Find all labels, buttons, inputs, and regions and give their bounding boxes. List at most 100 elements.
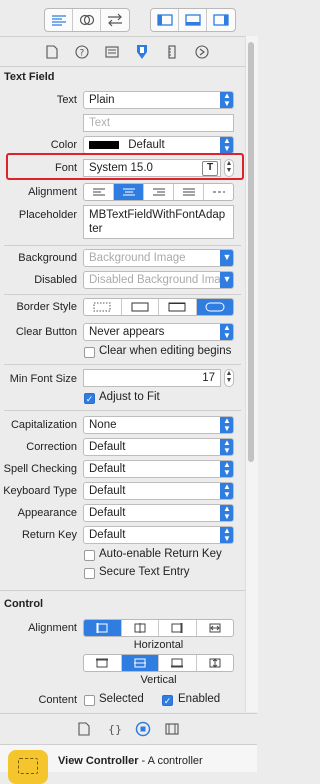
font-size-stepper[interactable]: ▲ ▼ — [224, 159, 234, 177]
scrollbar-thumb[interactable] — [248, 42, 254, 462]
control-alignment-label: Alignment — [28, 622, 77, 634]
divider — [0, 36, 245, 37]
font-field[interactable]: System 15.0 T — [83, 159, 221, 177]
color-popup[interactable]: Default ▲ ▼ — [83, 136, 234, 154]
enabled-checkbox[interactable]: ✓ — [162, 695, 173, 706]
chevron-updown-icon: ▲ ▼ — [220, 137, 233, 153]
text-type-value: Plain — [89, 94, 115, 106]
media-icon[interactable] — [164, 721, 180, 737]
keyboard-type-label: Keyboard Type — [3, 485, 77, 497]
text-alignment-control — [83, 183, 234, 201]
chevron-down-icon: ▼ — [220, 272, 233, 288]
border-style-label: Border Style — [16, 301, 77, 313]
arrows-swap-icon[interactable] — [101, 9, 129, 31]
background-label: Background — [18, 252, 77, 264]
section-title-text-field: Text Field — [4, 71, 55, 83]
view-segmented-control — [150, 8, 236, 32]
clear-when-editing-checkbox[interactable] — [84, 347, 95, 358]
return-key-popup[interactable]: Default ▲ ▼ — [83, 526, 234, 544]
h-align-left-icon[interactable] — [84, 620, 122, 636]
appearance-popup[interactable]: Default ▲ ▼ — [83, 504, 234, 522]
border-bezel-icon[interactable] — [159, 299, 197, 315]
library-item-title: View Controller — [58, 755, 139, 767]
vertical-caption: Vertical — [140, 674, 177, 686]
connections-icon[interactable] — [194, 44, 210, 60]
capitalization-label: Capitalization — [10, 419, 77, 431]
border-rounded-icon[interactable] — [196, 299, 233, 315]
text-label: Text — [56, 94, 77, 106]
circles-overlap-icon[interactable] — [73, 9, 101, 31]
object-icon[interactable] — [135, 721, 151, 737]
v-align-fill-icon[interactable] — [197, 655, 234, 671]
secure-text-entry-label: Secure Text Entry — [99, 566, 190, 578]
appearance-value: Default — [89, 507, 126, 519]
appearance-label: Appearance — [17, 507, 77, 519]
auto-enable-return-checkbox[interactable] — [84, 550, 95, 561]
align-left-icon[interactable] — [45, 9, 73, 31]
disabled-label: Disabled — [34, 274, 77, 286]
attributes-icon[interactable] — [134, 44, 150, 60]
help-icon[interactable]: ? — [74, 44, 90, 60]
align-left-icon[interactable] — [84, 184, 114, 200]
text-type-popup[interactable]: Plain ▲ ▼ — [83, 91, 234, 109]
h-align-center-icon[interactable] — [122, 620, 159, 636]
capitalization-popup[interactable]: None ▲ ▼ — [83, 416, 234, 434]
identity-icon[interactable] — [104, 44, 120, 60]
min-font-field[interactable]: 17 — [83, 369, 221, 387]
align-right-icon[interactable] — [144, 184, 174, 200]
chevron-updown-icon: ▲ ▼ — [220, 527, 233, 543]
adjust-to-fit-label: Adjust to Fit — [99, 391, 160, 403]
chevron-updown-icon: ▲ ▼ — [220, 483, 233, 499]
secure-text-entry-checkbox[interactable] — [84, 568, 95, 579]
library-item-desc: - A controller — [138, 755, 203, 767]
v-align-top-icon[interactable] — [84, 655, 122, 671]
svg-text:?: ? — [80, 49, 85, 59]
align-center-icon[interactable] — [114, 184, 144, 200]
divider — [0, 590, 245, 591]
capitalization-value: None — [89, 419, 117, 431]
file-icon[interactable] — [44, 44, 60, 60]
adjust-to-fit-checkbox[interactable]: ✓ — [84, 393, 95, 404]
h-align-right-icon[interactable] — [159, 620, 197, 636]
min-font-stepper[interactable]: ▲ ▼ — [224, 369, 234, 387]
v-align-center-icon[interactable] — [121, 655, 159, 671]
library-tab-bar — [0, 714, 257, 744]
braces-icon[interactable]: {} — [106, 721, 122, 737]
spell-checking-popup[interactable]: Default ▲ ▼ — [83, 460, 234, 478]
correction-popup[interactable]: Default ▲ ▼ — [83, 438, 234, 456]
bottom-panel-icon[interactable] — [179, 9, 207, 31]
clear-button-popup[interactable]: Never appears ▲ ▼ — [83, 323, 234, 341]
border-none-icon[interactable] — [84, 299, 122, 315]
font-value: System 15.0 — [89, 162, 153, 174]
right-panel-icon[interactable] — [207, 9, 235, 31]
correction-value: Default — [89, 441, 126, 453]
spell-checking-label: Spell Checking — [3, 463, 77, 475]
enabled-label: Enabled — [178, 693, 221, 705]
auto-enable-return-label: Auto-enable Return Key — [99, 548, 222, 560]
disabled-background-combo[interactable]: Disabled Background Image ▼ — [83, 271, 234, 289]
spell-checking-value: Default — [89, 463, 126, 475]
border-line-icon[interactable] — [122, 299, 159, 315]
left-panel-icon[interactable] — [151, 9, 179, 31]
disabled-background-placeholder: Disabled Background Image — [89, 274, 234, 286]
align-natural-icon[interactable] — [204, 184, 233, 200]
font-picker-icon[interactable]: T — [202, 161, 218, 176]
chevron-down-icon: ▼ — [220, 250, 233, 266]
library-item[interactable]: View Controller - A controller — [0, 745, 257, 784]
h-align-fill-icon[interactable] — [197, 620, 234, 636]
divider — [0, 66, 245, 67]
size-icon[interactable] — [164, 44, 180, 60]
v-align-bottom-icon[interactable] — [159, 655, 197, 671]
align-justify-icon[interactable] — [174, 184, 204, 200]
placeholder-field[interactable]: MBTextFieldWithFontAdapter — [83, 205, 234, 239]
chevron-updown-icon: ▲ ▼ — [220, 505, 233, 521]
color-swatch — [89, 140, 119, 149]
background-image-combo[interactable]: Background Image ▼ — [83, 249, 234, 267]
chevron-updown-icon: ▲ ▼ — [220, 324, 233, 340]
keyboard-type-popup[interactable]: Default ▲ ▼ — [83, 482, 234, 500]
horizontal-alignment-control — [83, 619, 234, 637]
selected-checkbox[interactable] — [84, 695, 95, 706]
text-input[interactable]: Text — [83, 114, 234, 132]
selected-label: Selected — [99, 693, 144, 705]
file-template-icon[interactable] — [76, 721, 92, 737]
